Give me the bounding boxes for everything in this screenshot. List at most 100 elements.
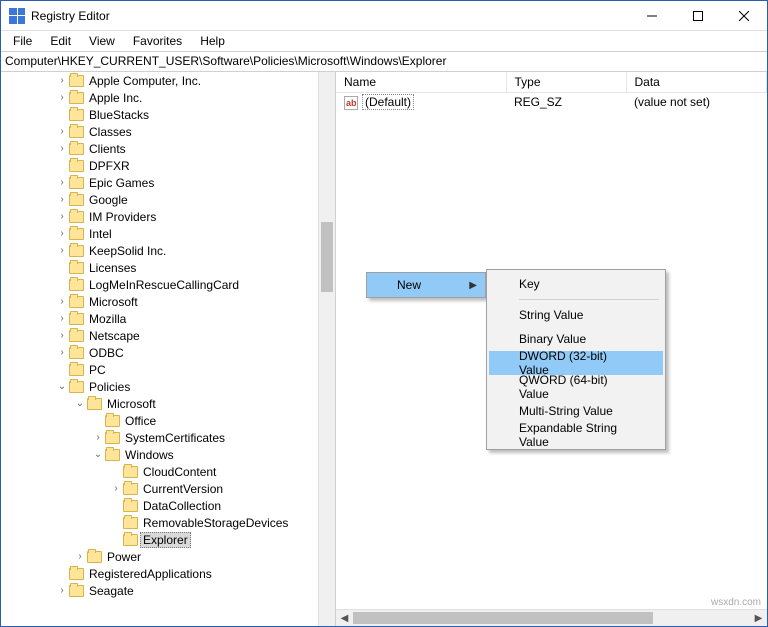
tree-node[interactable]: ·PC — [1, 361, 318, 378]
chevron-down-icon[interactable]: ⌄ — [91, 448, 105, 462]
chevron-right-icon[interactable]: › — [55, 584, 69, 598]
tree-node[interactable]: ⌄Policies — [1, 378, 318, 395]
tree-node-label: Explorer — [140, 532, 191, 548]
menu-edit[interactable]: Edit — [42, 32, 79, 50]
chevron-right-icon[interactable]: › — [73, 550, 87, 564]
chevron-right-icon[interactable]: › — [91, 431, 105, 445]
folder-icon — [69, 143, 84, 155]
tree-node[interactable]: ⌄Windows — [1, 446, 318, 463]
minimize-button[interactable] — [629, 1, 675, 31]
chevron-right-icon[interactable]: › — [55, 193, 69, 207]
tree-node[interactable]: ›Clients — [1, 140, 318, 157]
tree-node-label: Seagate — [88, 584, 135, 598]
chevron-down-icon[interactable]: ⌄ — [73, 397, 87, 411]
submenu-string-value[interactable]: String Value — [489, 303, 663, 327]
tree-node[interactable]: ·BlueStacks — [1, 106, 318, 123]
scroll-right-icon[interactable]: ▶ — [750, 610, 767, 627]
tree-node-label: IM Providers — [88, 210, 157, 224]
chevron-right-icon[interactable]: › — [55, 74, 69, 88]
submenu-qword-value[interactable]: QWORD (64-bit) Value — [489, 375, 663, 399]
tree-node-label: SystemCertificates — [124, 431, 226, 445]
tree-node[interactable]: ·RemovableStorageDevices — [1, 514, 318, 531]
folder-icon — [69, 109, 84, 121]
chevron-right-icon[interactable]: › — [55, 176, 69, 190]
registry-tree[interactable]: ›Apple Computer, Inc.›Apple Inc.·BlueSta… — [1, 72, 318, 599]
folder-icon — [123, 500, 138, 512]
scrollbar-thumb[interactable] — [353, 612, 653, 624]
chevron-right-icon[interactable]: › — [55, 244, 69, 258]
tree-node[interactable]: ›KeepSolid Inc. — [1, 242, 318, 259]
tree-node[interactable]: ·CloudContent — [1, 463, 318, 480]
tree-node[interactable]: ·DPFXR — [1, 157, 318, 174]
tree-node[interactable]: ›Apple Inc. — [1, 89, 318, 106]
close-button[interactable] — [721, 1, 767, 31]
tree-node-label: DataCollection — [142, 499, 222, 513]
tree-node[interactable]: ·RegisteredApplications — [1, 565, 318, 582]
submenu-binary-value[interactable]: Binary Value — [489, 327, 663, 351]
tree-node[interactable]: › SystemCertificates — [1, 429, 318, 446]
address-bar[interactable]: Computer\HKEY_CURRENT_USER\Software\Poli… — [1, 52, 767, 72]
chevron-right-icon[interactable]: › — [55, 210, 69, 224]
chevron-right-icon[interactable]: › — [55, 329, 69, 343]
chevron-down-icon[interactable]: ⌄ — [55, 380, 69, 394]
column-name[interactable]: Name — [336, 72, 506, 93]
folder-icon — [69, 160, 84, 172]
submenu-key[interactable]: Key — [489, 272, 663, 296]
tree-node-label: Epic Games — [88, 176, 155, 190]
tree-pane: ›Apple Computer, Inc.›Apple Inc.·BlueSta… — [1, 72, 336, 626]
tree-node[interactable]: › Intel — [1, 225, 318, 242]
tree-node-label: LogMeInRescueCallingCard — [88, 278, 240, 292]
tree-node[interactable]: ·Office — [1, 412, 318, 429]
chevron-right-icon[interactable]: › — [55, 125, 69, 139]
tree-scrollbar[interactable] — [318, 72, 335, 626]
menu-view[interactable]: View — [81, 32, 123, 50]
tree-node[interactable]: › IM Providers — [1, 208, 318, 225]
tree-node[interactable]: ›Apple Computer, Inc. — [1, 72, 318, 89]
tree-node[interactable]: › Power — [1, 548, 318, 565]
tree-node[interactable]: ›Google — [1, 191, 318, 208]
tree-node-label: Licenses — [88, 261, 137, 275]
scroll-left-icon[interactable]: ◀ — [336, 610, 353, 627]
menu-file[interactable]: File — [5, 32, 40, 50]
submenu-dword-value[interactable]: DWORD (32-bit) Value — [489, 351, 663, 375]
chevron-right-icon[interactable]: › — [55, 295, 69, 309]
tree-node[interactable]: ·Licenses — [1, 259, 318, 276]
scrollbar-thumb[interactable] — [321, 222, 333, 292]
tree-node[interactable]: ⌄Microsoft — [1, 395, 318, 412]
tree-node[interactable]: ·Explorer — [1, 531, 318, 548]
tree-node[interactable]: ·LogMeInRescueCallingCard — [1, 276, 318, 293]
tree-node[interactable]: › Epic Games — [1, 174, 318, 191]
tree-node[interactable]: › Mozilla — [1, 310, 318, 327]
chevron-right-icon[interactable]: › — [55, 227, 69, 241]
chevron-right-icon[interactable]: › — [55, 91, 69, 105]
menu-favorites[interactable]: Favorites — [125, 32, 190, 50]
chevron-right-icon[interactable]: › — [55, 346, 69, 360]
chevron-right-icon[interactable]: › — [55, 312, 69, 326]
tree-node[interactable]: › ODBC — [1, 344, 318, 361]
tree-node[interactable]: ·DataCollection — [1, 497, 318, 514]
chevron-right-icon[interactable]: › — [109, 482, 123, 496]
tree-node[interactable]: ›Netscape — [1, 327, 318, 344]
context-new[interactable]: New ▶ — [367, 273, 485, 297]
tree-node-label: Power — [106, 550, 142, 564]
tree-node[interactable]: ›Microsoft — [1, 293, 318, 310]
tree-node[interactable]: › Seagate — [1, 582, 318, 599]
folder-icon — [105, 449, 120, 461]
maximize-button[interactable] — [675, 1, 721, 31]
table-row[interactable]: (Default) REG_SZ (value not set) — [336, 93, 767, 112]
tree-node-label: Classes — [88, 125, 133, 139]
tree-node[interactable]: › Classes — [1, 123, 318, 140]
tree-node[interactable]: ›CurrentVersion — [1, 480, 318, 497]
tree-node-label: ODBC — [88, 346, 125, 360]
submenu-expandable-string-value[interactable]: Expandable String Value — [489, 423, 663, 447]
tree-node-label: Mozilla — [88, 312, 127, 326]
chevron-right-icon[interactable]: › — [55, 142, 69, 156]
submenu-multi-string-value[interactable]: Multi-String Value — [489, 399, 663, 423]
menu-help[interactable]: Help — [192, 32, 233, 50]
column-type[interactable]: Type — [506, 72, 626, 93]
tree-node-label: RegisteredApplications — [88, 567, 213, 581]
list-h-scrollbar[interactable]: ◀ ▶ — [336, 609, 767, 626]
tree-node-label: Intel — [88, 227, 113, 241]
folder-icon — [69, 194, 84, 206]
column-data[interactable]: Data — [626, 72, 767, 93]
